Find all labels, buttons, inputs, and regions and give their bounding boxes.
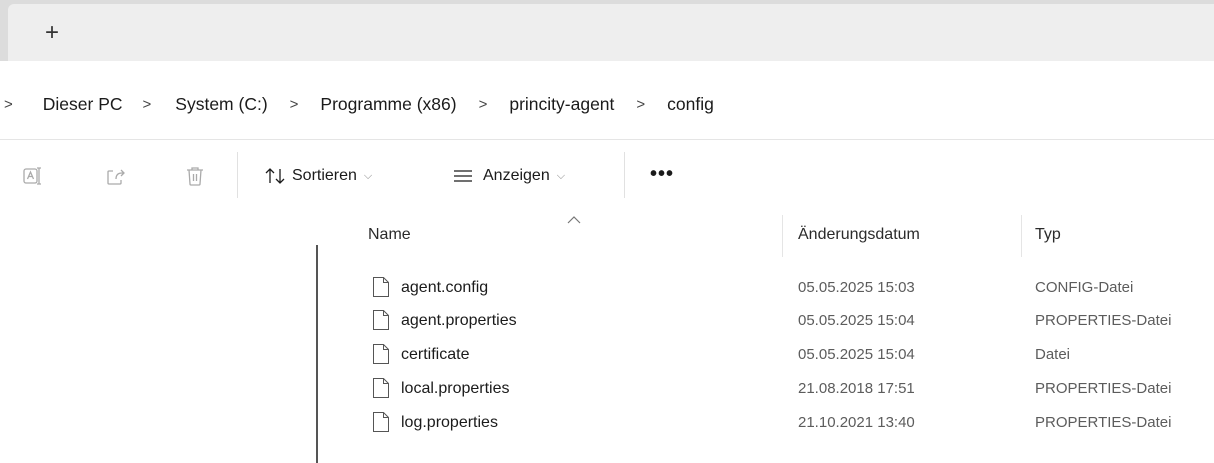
breadcrumb-separator[interactable]: >: [290, 96, 299, 113]
breadcrumb-item-config[interactable]: config: [667, 94, 714, 115]
more-options-button[interactable]: •••: [650, 164, 674, 184]
file-date: 21.08.2018 17:51: [798, 380, 915, 397]
column-header-type[interactable]: Typ: [1035, 226, 1061, 244]
tab-bar: +: [0, 0, 1214, 61]
file-row[interactable]: agent.config 05.05.2025 15:03 CONFIG-Dat…: [360, 271, 1214, 304]
file-row[interactable]: log.properties 21.10.2021 13:40 PROPERTI…: [360, 406, 1214, 439]
view-label: Anzeigen: [483, 167, 550, 184]
file-date: 05.05.2025 15:04: [798, 346, 915, 363]
breadcrumb-item-princity-agent[interactable]: princity-agent: [509, 94, 614, 115]
breadcrumb: > Dieser PC > System (C:) > Programme (x…: [0, 89, 714, 119]
chevron-down-icon: ⌵: [556, 169, 566, 182]
breadcrumb-separator[interactable]: >: [4, 96, 13, 113]
breadcrumb-separator[interactable]: >: [143, 96, 152, 113]
file-icon: [372, 343, 390, 365]
file-date: 05.05.2025 15:03: [798, 279, 915, 296]
column-divider[interactable]: [1021, 215, 1022, 257]
file-row[interactable]: certificate 05.05.2025 15:04 Datei: [360, 338, 1214, 371]
file-name: log.properties: [401, 414, 498, 431]
file-icon: [372, 309, 390, 331]
tab-strip: +: [8, 4, 1214, 61]
share-icon[interactable]: [105, 165, 127, 187]
file-icon: [372, 411, 390, 433]
file-type: PROPERTIES-Datei: [1035, 380, 1172, 397]
sort-icon: [264, 166, 286, 186]
file-icon: [372, 377, 390, 399]
file-type: CONFIG-Datei: [1035, 279, 1134, 296]
view-button[interactable]: Anzeigen ⌵: [453, 163, 565, 189]
toolbar-divider: [624, 152, 625, 198]
view-icon: [453, 169, 473, 183]
chevron-down-icon: ⌵: [363, 169, 373, 182]
breadcrumb-item-this-pc[interactable]: Dieser PC: [43, 94, 123, 115]
breadcrumb-item-system-c[interactable]: System (C:): [175, 94, 267, 115]
command-bar: Sortieren ⌵ Anzeigen ⌵ •••: [0, 140, 1214, 210]
file-type: Datei: [1035, 346, 1071, 363]
file-row[interactable]: agent.properties 05.05.2025 15:04 PROPER…: [360, 304, 1214, 337]
breadcrumb-separator[interactable]: >: [479, 96, 488, 113]
file-name: agent.properties: [401, 312, 517, 329]
address-bar[interactable]: > Dieser PC > System (C:) > Programme (x…: [0, 61, 1214, 139]
file-name: local.properties: [401, 380, 510, 397]
breadcrumb-separator[interactable]: >: [636, 96, 645, 113]
file-name: certificate: [401, 346, 470, 363]
file-name: agent.config: [401, 279, 489, 296]
new-tab-button[interactable]: +: [45, 21, 59, 45]
column-divider[interactable]: [782, 215, 783, 257]
file-date: 05.05.2025 15:04: [798, 312, 915, 329]
file-type: PROPERTIES-Datei: [1035, 414, 1172, 431]
breadcrumb-item-programme-x86[interactable]: Programme (x86): [320, 94, 456, 115]
sort-button[interactable]: Sortieren ⌵: [264, 163, 372, 189]
rename-icon[interactable]: [22, 165, 44, 187]
file-icon: [372, 276, 390, 298]
sort-label: Sortieren: [292, 167, 357, 184]
toolbar-divider: [237, 152, 238, 198]
delete-icon[interactable]: [184, 165, 206, 187]
file-type: PROPERTIES-Datei: [1035, 312, 1172, 329]
file-row[interactable]: local.properties 21.08.2018 17:51 PROPER…: [360, 372, 1214, 405]
column-header-date[interactable]: Änderungsdatum: [798, 226, 920, 244]
sort-ascending-icon: [567, 216, 581, 224]
file-date: 21.10.2021 13:40: [798, 414, 915, 431]
navigation-pane-splitter[interactable]: [316, 245, 318, 463]
column-header-name[interactable]: Name: [368, 226, 411, 244]
